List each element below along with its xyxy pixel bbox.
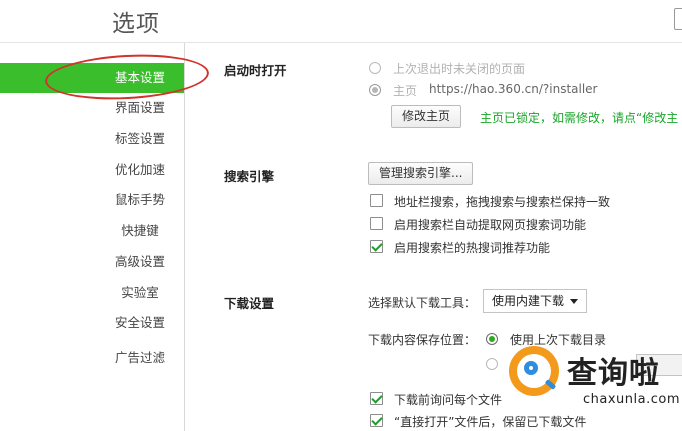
- sidebar-item-label: 优化加速: [114, 162, 165, 177]
- sidebar-item-mouse-gestures[interactable]: 鼠标手势: [0, 185, 184, 215]
- sidebar-item-label: 实验室: [121, 285, 159, 300]
- checkbox-icon[interactable]: [370, 414, 383, 427]
- search-option-address-bar: 地址栏搜索，拖拽搜索与搜索栏保持一致: [394, 195, 611, 209]
- sidebar-item-lab[interactable]: 实验室: [0, 278, 184, 308]
- sidebar: 基本设置 界面设置 标签设置 优化加速 鼠标手势 快捷键 高级设置 实验室 安全…: [0, 43, 185, 431]
- sidebar-item-advanced-settings[interactable]: 高级设置: [0, 247, 184, 277]
- manage-search-engines-button[interactable]: 管理搜索引擎...: [368, 162, 474, 185]
- sidebar-item-label: 广告过滤: [114, 350, 165, 365]
- sidebar-item-interface-settings[interactable]: 界面设置: [0, 93, 184, 123]
- sidebar-item-label: 安全设置: [114, 315, 165, 330]
- startup-section-title: 启动时打开: [224, 63, 287, 78]
- sidebar-item-tab-settings[interactable]: 标签设置: [0, 124, 184, 154]
- radio-icon[interactable]: [369, 62, 381, 74]
- ask-each-file-option: 下载前询问每个文件: [394, 393, 503, 407]
- radio-icon[interactable]: [486, 333, 498, 345]
- radio-icon[interactable]: [486, 358, 498, 370]
- search-option-hot-words: 启用搜索栏的热搜词推荐功能: [394, 241, 551, 255]
- watermark-brand-cn: 查询啦: [567, 356, 660, 391]
- search-option-auto-extract: 启用搜索栏自动提取网页搜索词功能: [394, 218, 587, 232]
- watermark-brand-en: chaxunla.com: [583, 392, 680, 407]
- sidebar-item-label: 界面设置: [114, 100, 165, 115]
- homepage-locked-notice: 主页已锁定，如需修改，请点“修改主: [480, 111, 679, 125]
- save-location-label: 下载内容保存位置：: [368, 333, 477, 347]
- radio-icon[interactable]: [369, 84, 381, 96]
- sidebar-item-security-settings[interactable]: 安全设置: [0, 308, 184, 338]
- sidebar-item-label: 鼠标手势: [114, 192, 165, 207]
- download-section-title: 下载设置: [224, 296, 275, 311]
- page-title: 选项: [112, 11, 160, 37]
- window-control-edge[interactable]: [674, 8, 682, 30]
- edit-homepage-button[interactable]: 修改主页: [391, 105, 462, 128]
- checkbox-icon[interactable]: [370, 240, 383, 253]
- chevron-down-icon: [570, 299, 579, 304]
- default-download-tool-select[interactable]: 使用内建下载: [483, 289, 588, 313]
- sidebar-item-label: 基本设置: [114, 70, 165, 85]
- sidebar-item-optimization[interactable]: 优化加速: [0, 155, 184, 185]
- checkbox-icon[interactable]: [370, 217, 383, 230]
- watermark: 查询啦 chaxunla.com: [505, 344, 682, 414]
- default-download-tool-label: 选择默认下载工具：: [368, 296, 477, 310]
- checkbox-icon[interactable]: [370, 194, 383, 207]
- sidebar-item-label: 高级设置: [114, 254, 165, 269]
- sidebar-item-shortcuts[interactable]: 快捷键: [0, 216, 184, 246]
- startup-option-last-session: 上次退出时未关闭的页面: [393, 62, 526, 76]
- homepage-url: https://hao.360.cn/?installer: [429, 82, 598, 96]
- sidebar-item-basic-settings[interactable]: 基本设置: [0, 63, 184, 93]
- keep-after-open-option: “直接打开”文件后，保留已下载文件: [394, 415, 587, 429]
- startup-option-homepage: 主页: [393, 84, 418, 98]
- title-bar: 选项: [0, 0, 682, 43]
- checkbox-icon[interactable]: [370, 392, 383, 405]
- sidebar-item-label: 快捷键: [121, 223, 159, 238]
- default-download-tool-value: 使用内建下载: [492, 294, 565, 308]
- sidebar-item-ad-filter[interactable]: 广告过滤: [0, 343, 184, 373]
- search-section-title: 搜索引擎: [224, 169, 275, 184]
- sidebar-item-label: 标签设置: [114, 131, 165, 146]
